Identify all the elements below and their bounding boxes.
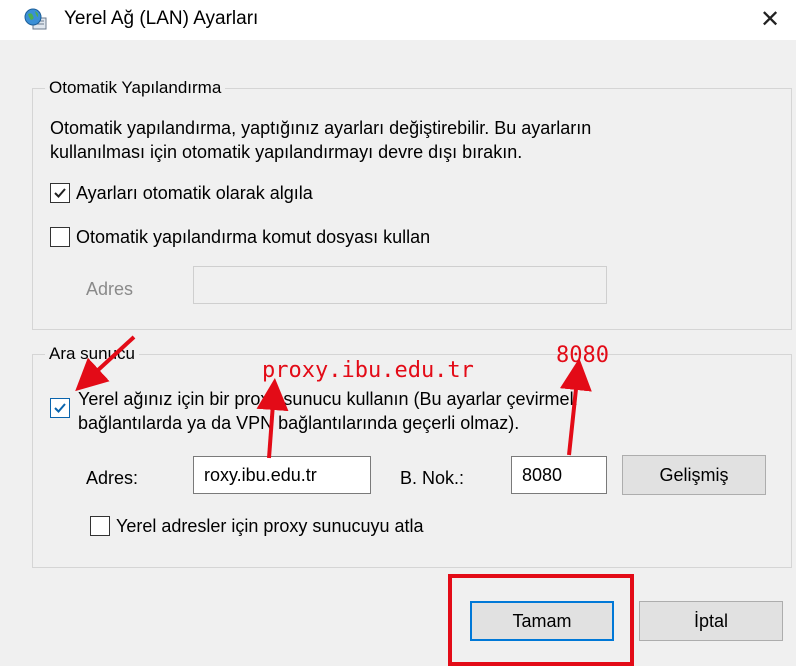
network-globe-icon bbox=[24, 8, 47, 30]
cancel-button[interactable]: İptal bbox=[639, 601, 783, 641]
close-button[interactable]: ✕ bbox=[752, 4, 788, 36]
use-script-checkbox[interactable] bbox=[50, 227, 70, 247]
script-address-input[interactable] bbox=[193, 266, 607, 304]
checkmark-icon bbox=[54, 403, 66, 413]
advanced-button[interactable]: Gelişmiş bbox=[622, 455, 766, 495]
auto-detect-label[interactable]: Ayarları otomatik olarak algıla bbox=[76, 181, 313, 205]
use-proxy-checkbox[interactable] bbox=[50, 398, 70, 418]
window-title: Yerel Ağ (LAN) Ayarları bbox=[64, 8, 259, 29]
script-address-label: Adres bbox=[86, 279, 134, 299]
bypass-local-checkbox[interactable] bbox=[90, 516, 110, 536]
proxy-legend: Ara sunucu bbox=[49, 344, 135, 363]
use-proxy-label-line2[interactable]: bağlantılarda ya da VPN bağlantılarında … bbox=[78, 411, 519, 435]
checkmark-icon bbox=[54, 188, 66, 198]
auto-config-description-line1: Otomatik yapılandırma, yaptığınız ayarla… bbox=[50, 118, 592, 138]
port-label: B. Nok.: bbox=[400, 468, 465, 488]
port-input[interactable]: 8080 bbox=[511, 456, 607, 494]
title-bar: Yerel Ağ (LAN) Ayarları ✕ bbox=[0, 0, 796, 40]
proxy-annotation-text: proxy.ibu.edu.tr bbox=[262, 358, 474, 383]
close-icon: ✕ bbox=[759, 6, 781, 33]
auto-detect-checkbox[interactable] bbox=[50, 183, 70, 203]
proxy-address-input[interactable]: roxy.ibu.edu.tr bbox=[193, 456, 371, 494]
use-proxy-label-line1[interactable]: Yerel ağınız için bir proxy sunucu kulla… bbox=[78, 387, 578, 411]
auto-config-legend: Otomatik Yapılandırma bbox=[49, 78, 222, 97]
bypass-local-label[interactable]: Yerel adresler için proxy sunucuyu atla bbox=[116, 514, 424, 538]
auto-config-description-line2: kullanılması için otomatik yapılandırmay… bbox=[50, 142, 523, 162]
ok-button[interactable]: Tamam bbox=[470, 601, 614, 641]
port-annotation-text: 8080 bbox=[556, 343, 609, 368]
proxy-address-label: Adres: bbox=[86, 468, 139, 488]
use-script-label[interactable]: Otomatik yapılandırma komut dosyası kull… bbox=[76, 225, 430, 249]
